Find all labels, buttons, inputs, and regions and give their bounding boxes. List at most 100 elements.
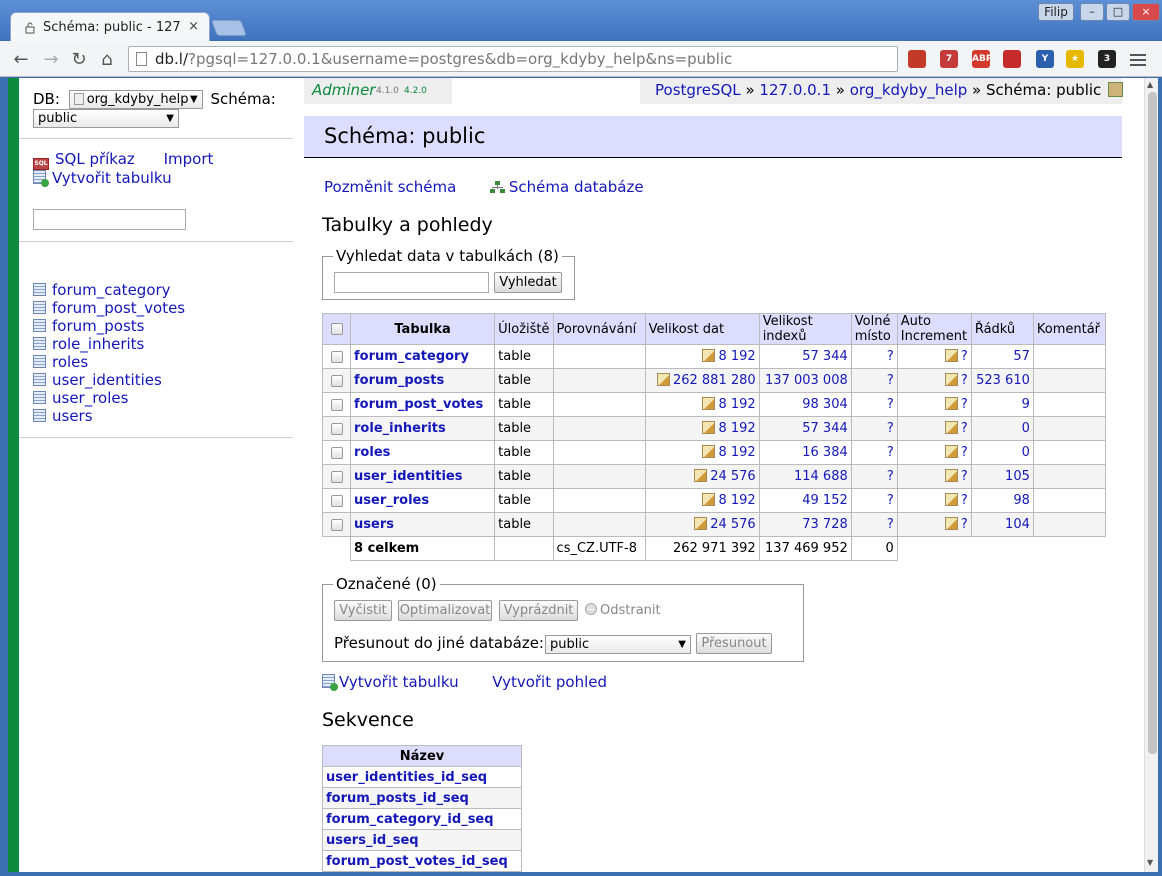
rows-link[interactable]: 57 bbox=[1013, 349, 1030, 364]
edit-icon[interactable] bbox=[944, 373, 958, 386]
data-length-link[interactable]: 8 192 bbox=[718, 421, 755, 436]
row-checkbox[interactable] bbox=[330, 398, 343, 411]
row-checkbox[interactable] bbox=[330, 350, 343, 363]
drop-button[interactable]: Odstranit bbox=[585, 603, 661, 618]
data-free-link[interactable]: ? bbox=[887, 397, 894, 412]
version-new[interactable]: 4.2.0 bbox=[404, 86, 427, 96]
couch-icon[interactable] bbox=[908, 50, 926, 68]
github-icon[interactable]: 3 bbox=[1098, 50, 1116, 68]
alter-table-icon[interactable] bbox=[702, 493, 716, 506]
table-name-link[interactable]: role_inherits bbox=[354, 421, 446, 436]
auto-increment-link[interactable]: ? bbox=[961, 397, 968, 412]
alter-table-icon[interactable] bbox=[694, 517, 708, 530]
menu-table-item[interactable]: forum_posts bbox=[33, 317, 185, 335]
rows-link[interactable]: 105 bbox=[1005, 469, 1030, 484]
auto-increment-link[interactable]: ? bbox=[961, 493, 968, 508]
menu-table-item[interactable]: forum_post_votes bbox=[33, 299, 185, 317]
adminer-name[interactable]: Adminer bbox=[312, 81, 375, 99]
alter-table-icon[interactable] bbox=[694, 469, 708, 482]
asterisk-extension-icon[interactable]: 7 bbox=[940, 50, 958, 68]
table-filter-input[interactable] bbox=[33, 209, 186, 230]
tab-close-icon[interactable]: × bbox=[188, 19, 199, 34]
auto-increment-link[interactable]: ? bbox=[961, 373, 968, 388]
table-name-link[interactable]: forum_post_votes bbox=[354, 397, 483, 412]
search-button[interactable]: Vyhledat bbox=[494, 272, 562, 293]
menu-table-item[interactable]: user_roles bbox=[33, 389, 185, 407]
col-comment[interactable]: Komentář bbox=[1032, 313, 1107, 345]
sequence-link[interactable]: forum_category_id_seq bbox=[326, 812, 494, 827]
alter-table-icon[interactable] bbox=[656, 373, 670, 386]
edit-icon[interactable] bbox=[944, 421, 958, 434]
new-tab-button[interactable] bbox=[211, 20, 247, 36]
table-select-icon[interactable] bbox=[33, 283, 46, 296]
table-select-icon[interactable] bbox=[33, 373, 46, 386]
vertical-scrollbar[interactable]: ▲ ▼ bbox=[1144, 78, 1158, 872]
rows-link[interactable]: 0 bbox=[1022, 421, 1030, 436]
y-extension-icon[interactable]: Y bbox=[1036, 50, 1054, 68]
index-length-link[interactable]: 98 304 bbox=[802, 397, 848, 412]
data-length-link[interactable]: 24 576 bbox=[710, 517, 756, 532]
sequence-link[interactable]: users_id_seq bbox=[326, 833, 419, 848]
address-bar[interactable]: db.l/?pgsql=127.0.0.1&username=postgres&… bbox=[128, 46, 898, 72]
schema-select[interactable]: public ▼ bbox=[33, 109, 179, 128]
rows-link[interactable]: 104 bbox=[1005, 517, 1030, 532]
alter-table-icon[interactable] bbox=[702, 421, 716, 434]
scroll-up-icon[interactable]: ▲ bbox=[1147, 80, 1153, 89]
create-view-link[interactable]: Vytvořit pohled bbox=[492, 673, 607, 691]
auto-increment-link[interactable]: ? bbox=[961, 349, 968, 364]
table-name-link[interactable]: user_identities bbox=[354, 469, 462, 484]
row-checkbox[interactable] bbox=[330, 374, 343, 387]
table-select-icon[interactable] bbox=[33, 319, 46, 332]
scrollbar-thumb[interactable] bbox=[1148, 92, 1157, 754]
index-length-link[interactable]: 16 384 bbox=[802, 445, 848, 460]
row-checkbox[interactable] bbox=[330, 494, 343, 507]
edit-icon[interactable] bbox=[944, 469, 958, 482]
search-data-input[interactable] bbox=[334, 272, 489, 293]
breadcrumb-database[interactable]: org_kdyby_help bbox=[850, 81, 968, 99]
rows-link[interactable]: 0 bbox=[1022, 445, 1030, 460]
home-icon[interactable]: ⌂ bbox=[96, 49, 118, 70]
alter-table-icon[interactable] bbox=[702, 349, 716, 362]
col-data-length[interactable]: Velikost dat bbox=[644, 313, 760, 345]
auto-increment-link[interactable]: ? bbox=[961, 445, 968, 460]
sequence-link[interactable]: forum_posts_id_seq bbox=[326, 791, 469, 806]
star-icon[interactable]: ★ bbox=[1066, 50, 1084, 68]
sql-command-link[interactable]: SQL příkaz bbox=[55, 150, 135, 168]
data-free-link[interactable]: ? bbox=[887, 445, 894, 460]
data-free-link[interactable]: ? bbox=[887, 349, 894, 364]
sequence-link[interactable]: user_identities_id_seq bbox=[326, 770, 487, 785]
move-target-select[interactable]: public ▼ bbox=[545, 635, 691, 654]
col-data-free[interactable]: Volné místo bbox=[850, 313, 898, 345]
table-name-link[interactable]: users bbox=[354, 517, 394, 532]
edit-icon[interactable] bbox=[944, 493, 958, 506]
menu-table-link[interactable]: role_inherits bbox=[52, 335, 144, 353]
index-length-link[interactable]: 73 728 bbox=[802, 517, 848, 532]
menu-table-link[interactable]: forum_post_votes bbox=[52, 299, 185, 317]
create-table-link-bottom[interactable]: Vytvořit tabulku bbox=[339, 673, 459, 691]
block-icon[interactable] bbox=[1003, 50, 1021, 68]
col-auto-increment[interactable]: Auto Increment bbox=[896, 313, 972, 345]
data-length-link[interactable]: 8 192 bbox=[718, 445, 755, 460]
rows-link[interactable]: 98 bbox=[1013, 493, 1030, 508]
alter-table-icon[interactable] bbox=[702, 445, 716, 458]
menu-table-link[interactable]: forum_category bbox=[52, 281, 171, 299]
menu-table-item[interactable]: roles bbox=[33, 353, 185, 371]
data-length-link[interactable]: 262 881 280 bbox=[673, 373, 756, 388]
auto-increment-link[interactable]: ? bbox=[961, 517, 968, 532]
alter-table-icon[interactable] bbox=[702, 397, 716, 410]
select-all-checkbox[interactable] bbox=[330, 323, 343, 335]
create-table-link[interactable]: Vytvořit tabulku bbox=[52, 169, 172, 187]
alter-schema-link[interactable]: Pozměnit schéma bbox=[324, 178, 456, 196]
data-length-link[interactable]: 8 192 bbox=[718, 493, 755, 508]
menu-table-item[interactable]: users bbox=[33, 407, 185, 425]
rows-link[interactable]: 9 bbox=[1022, 397, 1030, 412]
adblock-icon[interactable]: ABP bbox=[972, 50, 992, 68]
rows-link[interactable]: 523 610 bbox=[976, 373, 1030, 388]
data-free-link[interactable]: ? bbox=[887, 517, 894, 532]
col-index-length[interactable]: Velikost indexů bbox=[758, 313, 852, 345]
row-checkbox[interactable] bbox=[330, 422, 343, 435]
table-select-icon[interactable] bbox=[33, 301, 46, 314]
data-free-link[interactable]: ? bbox=[887, 373, 894, 388]
index-length-link[interactable]: 114 688 bbox=[794, 469, 848, 484]
data-length-link[interactable]: 8 192 bbox=[718, 349, 755, 364]
